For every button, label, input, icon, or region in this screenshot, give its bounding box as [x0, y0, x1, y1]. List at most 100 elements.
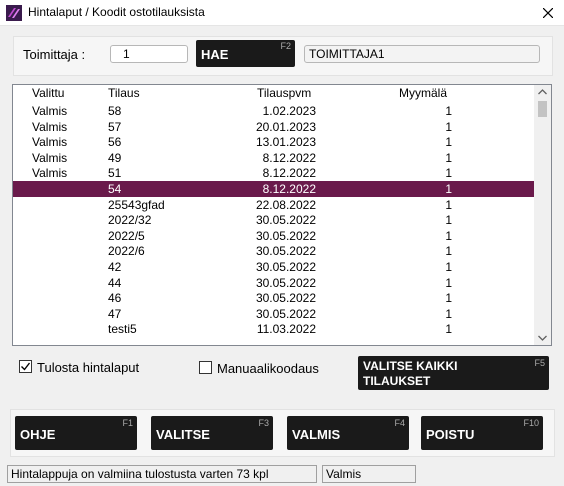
row-order: 57: [108, 119, 122, 134]
done-button[interactable]: VALMIS F4: [287, 416, 409, 450]
row-date: 22.08.2022: [255, 197, 316, 212]
row-order: 2022/6: [108, 244, 145, 259]
row-store: 1: [445, 259, 452, 274]
table-row[interactable]: 42 30.05.2022 1: [13, 259, 535, 275]
column-header-selected[interactable]: Valittu: [32, 86, 64, 100]
row-order: 42: [108, 259, 122, 274]
row-store: 1: [445, 181, 452, 196]
row-status: Valmis: [32, 150, 68, 165]
row-store: 1: [445, 291, 452, 306]
table-row[interactable]: testi5 11.03.2022 1: [13, 321, 535, 337]
status-message: Hintalappuja on valmiina tulostusta vart…: [7, 465, 317, 483]
close-button[interactable]: [532, 0, 564, 26]
row-order: 49: [108, 150, 122, 165]
help-button[interactable]: OHJE F1: [15, 416, 137, 450]
close-icon: [543, 8, 553, 18]
row-status: Valmis: [32, 104, 68, 118]
title-bar: Hintalaput / Koodit ostotilauksista: [0, 0, 564, 26]
status-bar: Hintalappuja on valmiina tulostusta vart…: [0, 462, 564, 486]
exit-button-label: POISTU: [426, 427, 475, 442]
vertical-scrollbar[interactable]: [534, 85, 551, 345]
print-labels-label[interactable]: Tulosta hintalaput: [37, 360, 139, 375]
row-date: 8.12.2022: [262, 166, 316, 181]
row-date: 30.05.2022: [255, 306, 316, 321]
table-row[interactable]: 2022/6 30.05.2022 1: [13, 243, 535, 259]
table-row[interactable]: 46 30.05.2022 1: [13, 290, 535, 306]
table-row[interactable]: 47 30.05.2022 1: [13, 306, 535, 322]
select-all-orders-button[interactable]: VALITSE KAIKKI TILAUKSET F5: [358, 356, 549, 390]
table-row[interactable]: Valmis 57 20.01.2023 1: [13, 119, 535, 135]
row-date: 1.02.2023: [262, 104, 316, 118]
help-button-label: OHJE: [20, 427, 56, 442]
table-row[interactable]: Valmis 58 1.02.2023 1: [13, 103, 535, 119]
search-button[interactable]: HAE F2: [196, 40, 295, 67]
scrollbar-thumb[interactable]: [538, 101, 547, 117]
table-row[interactable]: 54 8.12.2022 1: [13, 180, 535, 197]
select-all-orders-label: VALITSE KAIKKI TILAUKSET: [363, 359, 458, 388]
row-order: 44: [108, 275, 122, 290]
row-order: 58: [108, 104, 122, 118]
row-store: 1: [445, 213, 452, 228]
checkmark-icon: [21, 362, 31, 371]
chevron-down-icon[interactable]: [538, 335, 547, 341]
row-order: 2022/5: [108, 228, 145, 243]
app-logo-icon: [6, 5, 22, 21]
row-date: 30.05.2022: [255, 228, 316, 243]
row-date: 30.05.2022: [255, 213, 316, 228]
help-button-key: F1: [122, 418, 133, 428]
column-header-order[interactable]: Tilaus: [108, 86, 140, 100]
select-button-key: F3: [258, 418, 269, 428]
manual-barcode-checkbox[interactable]: [199, 361, 212, 374]
select-all-orders-key: F5: [534, 358, 545, 368]
row-order: 51: [108, 166, 122, 181]
row-date: 30.05.2022: [255, 244, 316, 259]
table-row[interactable]: 2022/5 30.05.2022 1: [13, 228, 535, 244]
row-store: 1: [445, 322, 452, 337]
supplier-label: Toimittaja :: [23, 47, 86, 62]
table-row[interactable]: 2022/32 30.05.2022 1: [13, 212, 535, 228]
row-order: 2022/32: [108, 213, 152, 228]
row-status: Valmis: [32, 119, 68, 134]
status-state: Valmis: [322, 465, 416, 483]
table-row[interactable]: Valmis 49 8.12.2022 1: [13, 150, 535, 166]
table-row[interactable]: 44 30.05.2022 1: [13, 275, 535, 291]
print-labels-checkbox[interactable]: [19, 360, 32, 373]
row-order: 25543gfad: [108, 197, 165, 212]
row-date: 30.05.2022: [255, 291, 316, 306]
row-store: 1: [445, 306, 452, 321]
select-button[interactable]: VALITSE F3: [151, 416, 273, 450]
exit-button-key: F10: [523, 418, 539, 428]
table-row[interactable]: 25543gfad 22.08.2022 1: [13, 197, 535, 213]
row-store: 1: [445, 166, 452, 181]
orders-grid[interactable]: Valittu Tilaus Tilauspvm Myymälä Valmis 5…: [12, 84, 552, 346]
done-button-key: F4: [394, 418, 405, 428]
row-order: 54: [108, 181, 122, 196]
manual-barcode-label[interactable]: Manuaalikoodaus: [217, 361, 319, 376]
row-store: 1: [445, 150, 452, 165]
row-date: 30.05.2022: [255, 259, 316, 274]
table-row[interactable]: Valmis 51 8.12.2022 1: [13, 165, 535, 181]
select-button-label: VALITSE: [156, 427, 210, 442]
supplier-name-field: TOIMITTAJA1: [304, 45, 540, 63]
chevron-up-icon[interactable]: [538, 89, 547, 95]
row-store: 1: [445, 135, 452, 150]
done-button-label: VALMIS: [292, 427, 341, 442]
search-button-label: HAE: [201, 47, 229, 62]
row-order: 46: [108, 291, 122, 306]
row-date: 20.01.2023: [255, 119, 316, 134]
supplier-input[interactable]: 1: [110, 45, 188, 63]
table-row[interactable]: Valmis 56 13.01.2023 1: [13, 134, 535, 150]
column-header-date[interactable]: Tilauspvm: [257, 86, 311, 100]
row-date: 30.05.2022: [255, 275, 316, 290]
exit-button[interactable]: POISTU F10: [421, 416, 543, 450]
row-store: 1: [445, 228, 452, 243]
column-header-store[interactable]: Myymälä: [399, 86, 447, 100]
row-status: Valmis: [32, 166, 68, 181]
row-store: 1: [445, 275, 452, 290]
row-date: 11.03.2022: [256, 322, 316, 337]
search-button-key: F2: [280, 41, 291, 51]
row-date: 8.12.2022: [262, 181, 316, 196]
row-store: 1: [445, 104, 452, 118]
row-store: 1: [445, 197, 452, 212]
row-date: 8.12.2022: [262, 150, 316, 165]
